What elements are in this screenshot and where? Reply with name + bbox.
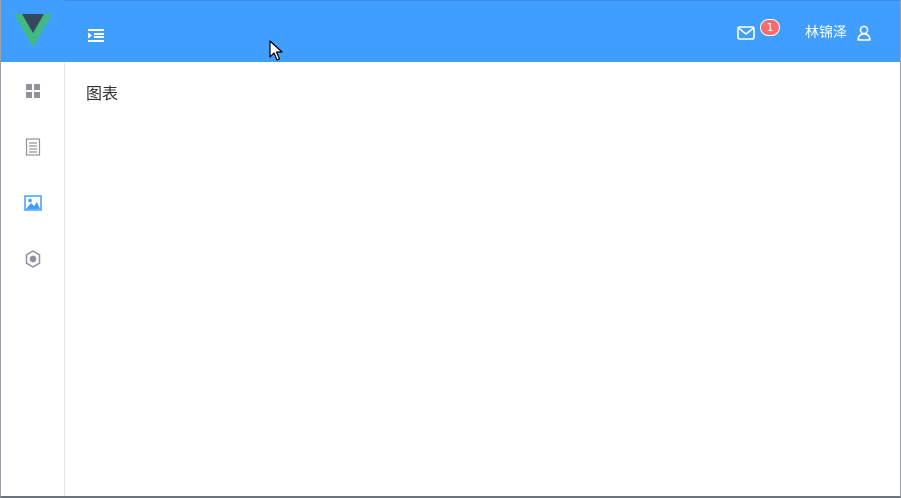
message-button[interactable]: [737, 25, 755, 41]
dashboard-icon: [26, 84, 40, 98]
collapse-menu-button[interactable]: [87, 26, 105, 44]
document-icon: [25, 138, 41, 156]
indent-icon: [88, 29, 104, 42]
username[interactable]: 林锦泽: [805, 23, 847, 43]
top-header: 1 林锦泽: [65, 0, 900, 62]
sidebar-item-dashboard[interactable]: [1, 63, 65, 119]
message-count-badge: 1: [760, 19, 780, 36]
picture-icon: [24, 195, 42, 211]
setting-icon: [25, 250, 41, 268]
vue-logo[interactable]: [1, 0, 65, 62]
main-content: 图表: [66, 62, 900, 496]
mail-icon: [737, 26, 755, 40]
sidebar-item-picture[interactable]: [1, 175, 65, 231]
user-icon: [857, 25, 871, 41]
app-window: 1 林锦泽 图表: [0, 0, 901, 498]
sidebar: [1, 0, 65, 496]
sidebar-item-document[interactable]: [1, 119, 65, 175]
vue-logo-icon: [14, 14, 52, 47]
sidebar-item-setting[interactable]: [1, 231, 65, 287]
page-title: 图表: [86, 84, 119, 103]
user-menu-button[interactable]: [857, 25, 871, 41]
